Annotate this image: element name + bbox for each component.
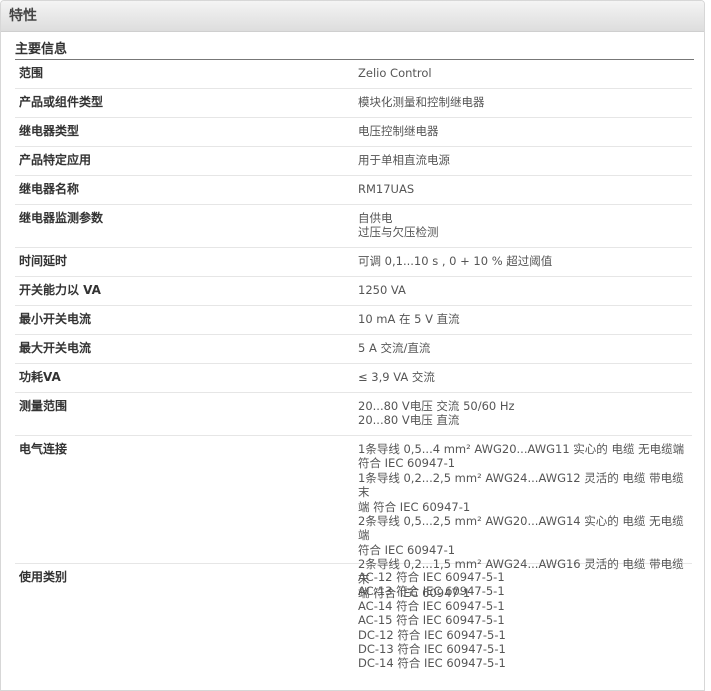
spec-row: 继电器监测参数 自供电 过压与欠压检测 bbox=[15, 205, 692, 248]
spec-row: 开关能力以 VA 1250 VA bbox=[15, 277, 692, 306]
spec-value-line: Zelio Control bbox=[358, 66, 432, 80]
spec-value-line: 1条导线 0,2...2,5 mm² AWG24...AWG12 灵活的 电缆 … bbox=[358, 470, 684, 500]
spec-label: 继电器类型 bbox=[19, 124, 80, 138]
spec-label: 功耗VA bbox=[19, 370, 61, 384]
spec-value-line: 自供电 bbox=[358, 211, 393, 225]
spec-label: 继电器监测参数 bbox=[19, 211, 104, 225]
spec-value: 20...80 V电压 交流 50/60 Hz 20...80 V电压 直流 bbox=[358, 399, 692, 435]
spec-table: 范围 Zelio Control 产品或组件类型 模块化测量和控制继电器继电器类型 电压… bbox=[15, 60, 692, 674]
spec-value: 用于单相直流电源 bbox=[358, 153, 692, 175]
spec-value-line: DC-12 符合 IEC 60947-5-1 bbox=[358, 627, 506, 642]
spec-value-line: AC-14 符合 IEC 60947-5-1 bbox=[358, 598, 505, 613]
spec-value-line: AC-13 符合 IEC 60947-5-1 bbox=[358, 584, 505, 599]
spec-value: RM17UAS bbox=[358, 182, 692, 204]
spec-row: 功耗VA ≤ 3,9 VA 交流 bbox=[15, 364, 692, 393]
spec-value-line: 端 符合 IEC 60947-1 bbox=[358, 499, 471, 514]
spec-value-line: 2条导线 0,5...2,5 mm² AWG20...AWG14 实心的 电缆 … bbox=[358, 514, 684, 543]
spec-value-line: 符合 IEC 60947-1 bbox=[358, 542, 456, 557]
spec-value-line: AC-12 符合 IEC 60947-5-1 bbox=[358, 570, 505, 584]
spec-label: 时间延时 bbox=[19, 254, 68, 268]
spec-value-line: 符合 IEC 60947-1 bbox=[358, 456, 456, 471]
spec-label: 最大开关电流 bbox=[19, 341, 92, 355]
spec-value: 5 A 交流/直流 bbox=[358, 341, 692, 363]
spec-value-line: 1250 VA bbox=[358, 283, 406, 297]
spec-row: 最大开关电流 5 A 交流/直流 bbox=[15, 335, 692, 364]
spec-value-line: 用于单相直流电源 bbox=[358, 153, 450, 167]
spec-value-line: 过压与欠压检测 bbox=[358, 225, 439, 240]
spec-row: 测量范围 20...80 V电压 交流 50/60 Hz 20...80 V电压 直… bbox=[15, 393, 692, 436]
spec-row: 产品特定应用 用于单相直流电源 bbox=[15, 147, 692, 176]
spec-value: Zelio Control bbox=[358, 66, 692, 88]
spec-value-line: 10 mA 在 5 V 直流 bbox=[358, 312, 460, 326]
spec-label: 产品特定应用 bbox=[19, 153, 92, 167]
spec-label: 范围 bbox=[19, 66, 44, 80]
spec-label: 测量范围 bbox=[19, 399, 68, 413]
spec-label: 产品或组件类型 bbox=[19, 95, 104, 109]
spec-value-line: 可调 0,1...10 s , 0 + 10 % 超过阈值 bbox=[358, 254, 553, 268]
spec-value: ≤ 3,9 VA 交流 bbox=[358, 370, 692, 392]
spec-row: 继电器类型 电压控制继电器 bbox=[15, 118, 692, 147]
spec-row: 最小开关电流 10 mA 在 5 V 直流 bbox=[15, 306, 692, 335]
section-title: 主要信息 bbox=[15, 42, 694, 60]
spec-value-line: 20...80 V电压 交流 50/60 Hz bbox=[358, 399, 515, 413]
spec-row: 范围 Zelio Control bbox=[15, 60, 692, 89]
spec-value: 模块化测量和控制继电器 bbox=[358, 95, 692, 117]
spec-value-line: AC-15 符合 IEC 60947-5-1 bbox=[358, 613, 505, 628]
spec-label: 最小开关电流 bbox=[19, 312, 92, 326]
spec-label: 电气连接 bbox=[19, 442, 68, 456]
spec-row: 继电器名称 RM17UAS bbox=[15, 176, 692, 205]
spec-label: 使用类别 bbox=[19, 570, 68, 584]
spec-value-line: ≤ 3,9 VA 交流 bbox=[358, 370, 435, 384]
spec-value: 可调 0,1...10 s , 0 + 10 % 超过阈值 bbox=[358, 254, 692, 276]
spec-value-line: 模块化测量和控制继电器 bbox=[358, 95, 485, 109]
characteristics-panel: 特性 主要信息 范围 Zelio Control 产品或组件类型 模块化测量和控制继电… bbox=[0, 0, 705, 691]
spec-value: 10 mA 在 5 V 直流 bbox=[358, 312, 692, 334]
spec-row: 电气连接 1条导线 0,5...4 mm² AWG20...AWG11 实心的 电… bbox=[15, 436, 692, 600]
spec-row: 时间延时 可调 0,1...10 s , 0 + 10 % 超过阈值 bbox=[15, 248, 692, 277]
spec-row: 产品或组件类型 模块化测量和控制继电器 bbox=[15, 89, 692, 118]
spec-value: 电压控制继电器 bbox=[358, 124, 692, 146]
spec-label: 继电器名称 bbox=[19, 182, 80, 196]
spec-value-line: 5 A 交流/直流 bbox=[358, 341, 431, 355]
spec-value-line: 电压控制继电器 bbox=[358, 124, 439, 138]
panel-title: 特性 bbox=[1, 1, 704, 32]
spec-value: AC-12 符合 IEC 60947-5-1 AC-13 符合 IEC 60947… bbox=[358, 570, 692, 674]
spec-row: 使用类别 AC-12 符合 IEC 60947-5-1 AC-13 符合 IEC 6… bbox=[15, 564, 692, 674]
spec-value-line: DC-13 符合 IEC 60947-5-1 bbox=[358, 642, 506, 657]
spec-value: 1条导线 0,5...4 mm² AWG20...AWG11 实心的 电缆 无电… bbox=[358, 442, 692, 600]
spec-value-line: 1条导线 0,5...4 mm² AWG20...AWG11 实心的 电缆 无电… bbox=[358, 442, 685, 456]
spec-value: 1250 VA bbox=[358, 283, 692, 305]
spec-value-line: 20...80 V电压 直流 bbox=[358, 413, 460, 428]
spec-label: 开关能力以 VA bbox=[19, 283, 101, 297]
spec-value-line: RM17UAS bbox=[358, 182, 415, 196]
spec-value-line: DC-14 符合 IEC 60947-5-1 bbox=[358, 656, 506, 671]
spec-value: 自供电 过压与欠压检测 bbox=[358, 211, 692, 247]
